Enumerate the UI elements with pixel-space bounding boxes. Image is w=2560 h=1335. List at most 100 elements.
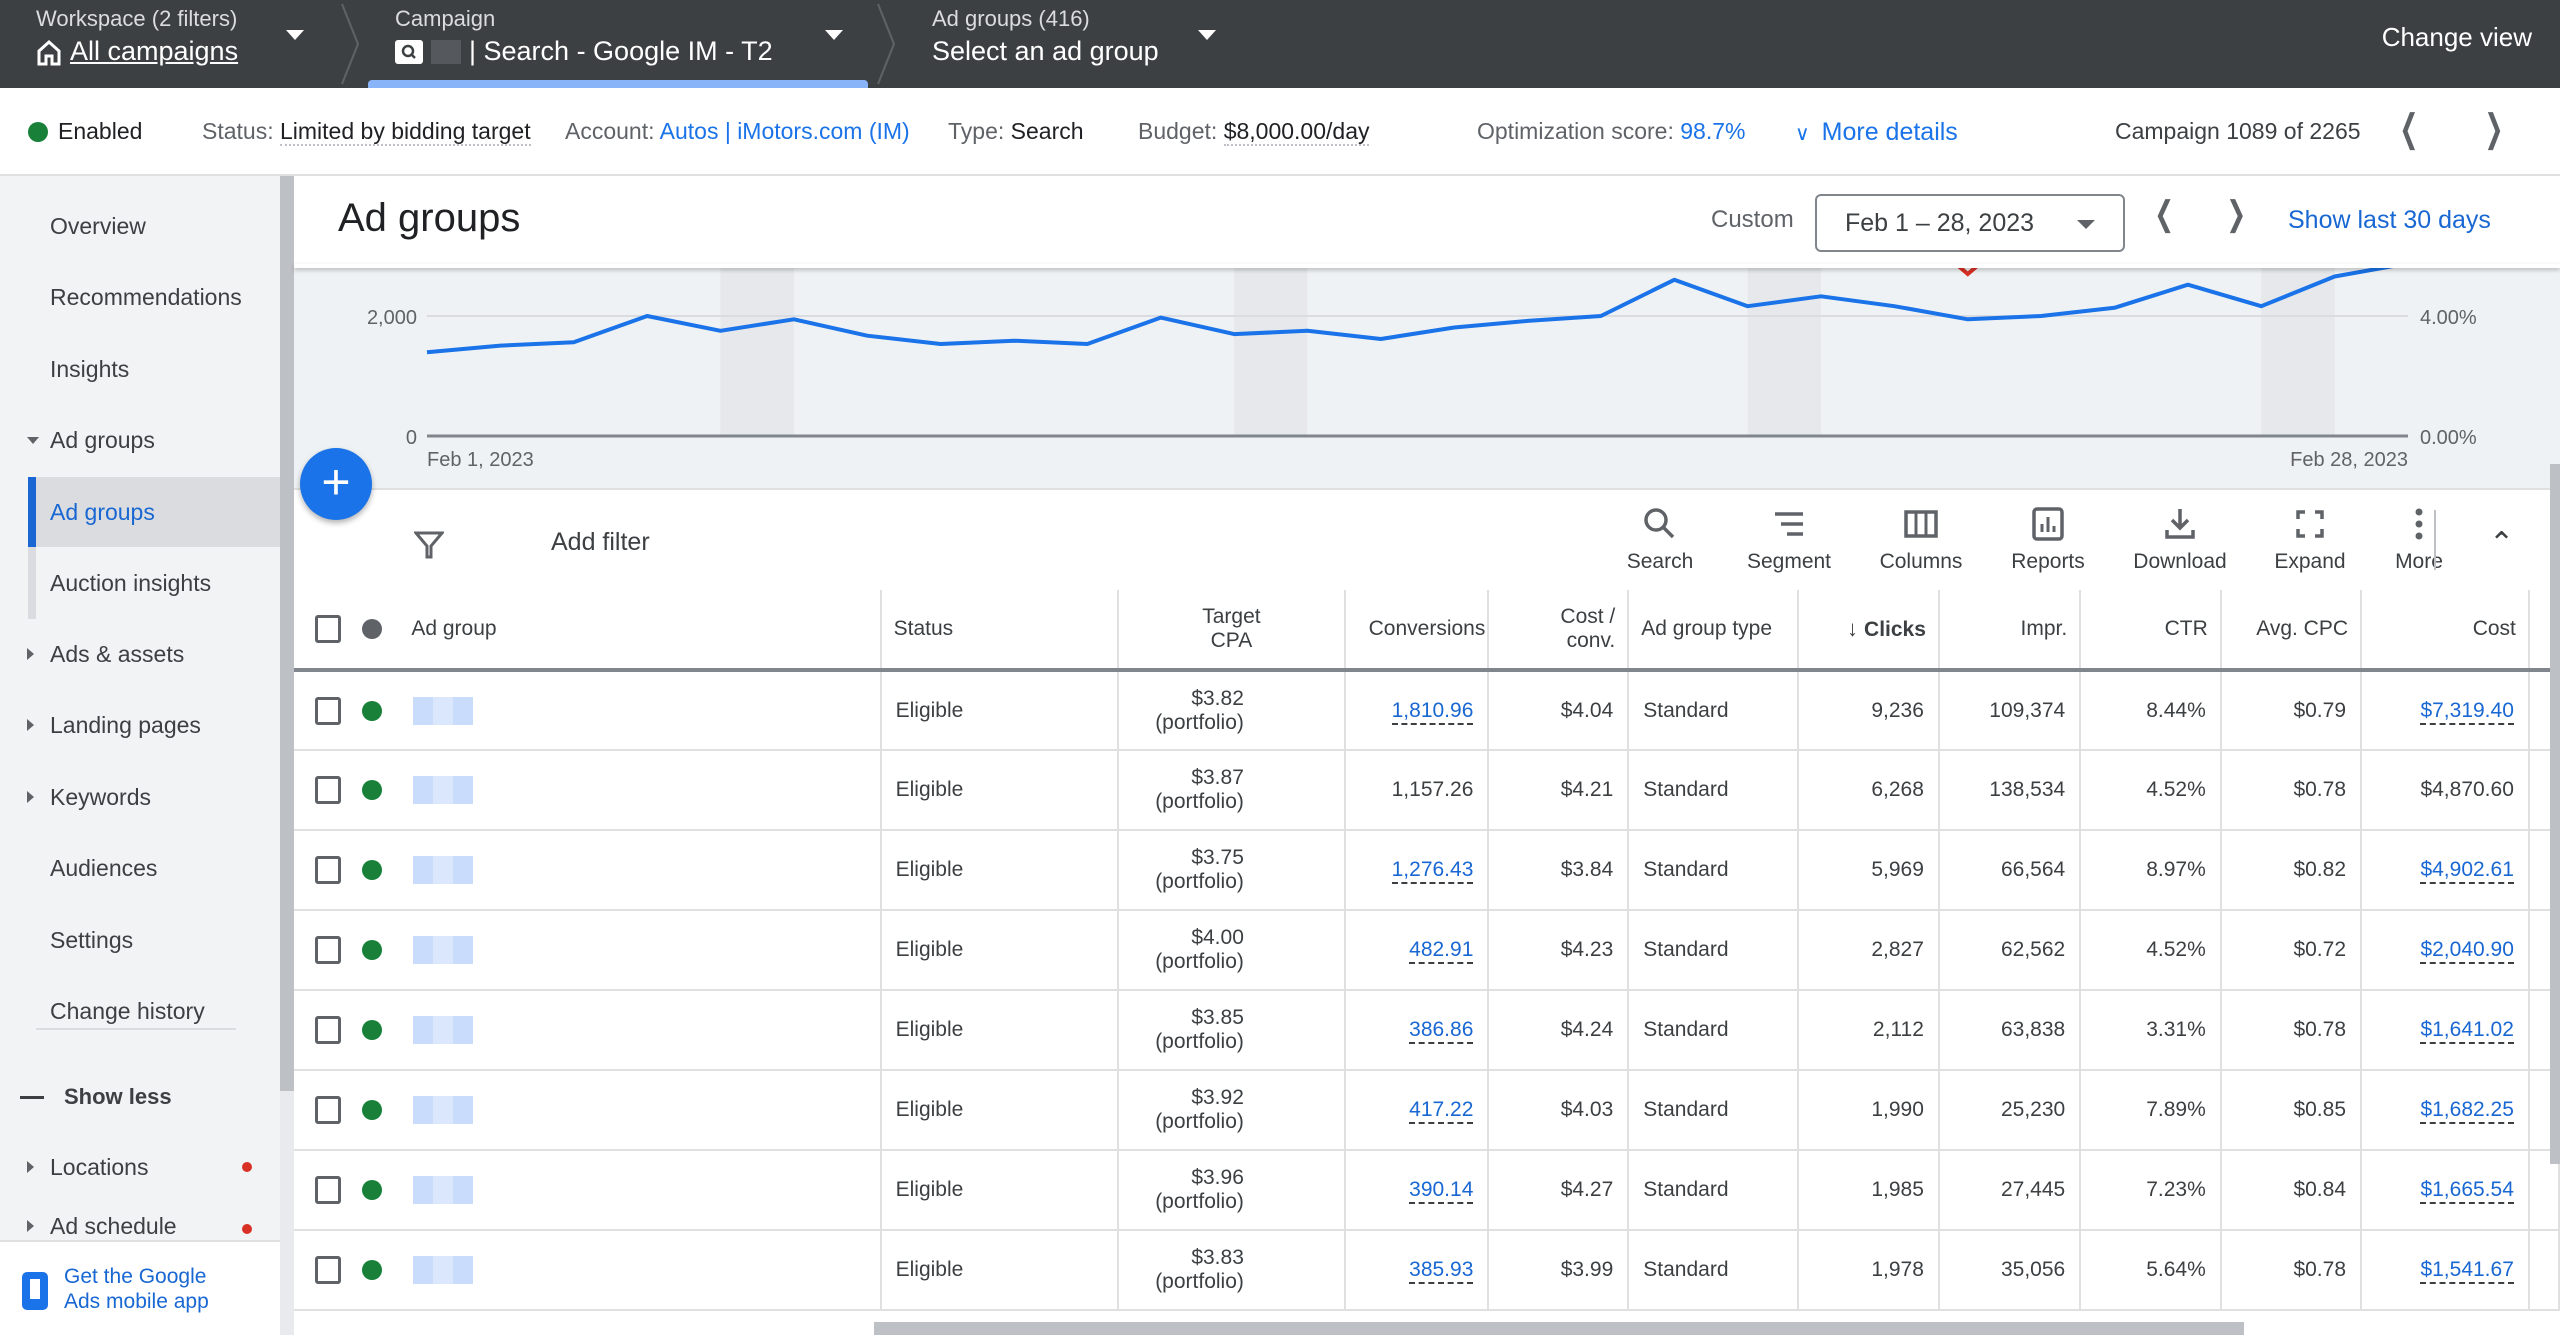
previous-period-icon[interactable]: ❮: [2154, 194, 2174, 234]
column-header-status[interactable]: Status: [880, 590, 1119, 672]
cell-conversions[interactable]: 1,157.26: [1344, 750, 1490, 831]
change-view-button[interactable]: Change view: [2382, 22, 2532, 53]
reports-button[interactable]: Reports: [1998, 502, 2098, 574]
column-header-ad-group-type[interactable]: Ad group type: [1628, 590, 1799, 672]
expand-button[interactable]: Expand: [2260, 502, 2360, 574]
campaign-status[interactable]: Status: Limited by bidding target: [202, 118, 531, 146]
enabled-status[interactable]: Enabled: [28, 118, 142, 145]
table-row[interactable]: Eligible $3.82 (portfolio) 1,810.96 $4.04…: [294, 670, 2560, 751]
column-header-target-cpa[interactable]: Target CPA: [1117, 590, 1346, 672]
table-row[interactable]: Eligible $3.75 (portfolio) 1,276.43 $3.84…: [294, 830, 2560, 911]
workspace-selector[interactable]: Workspace (2 filters) All campaigns: [36, 0, 316, 88]
sidebar-item-landing-pages[interactable]: Landing pages: [0, 690, 280, 760]
cell-conversions[interactable]: 1,276.43: [1344, 830, 1490, 911]
horizontal-scrollbar[interactable]: [874, 1322, 2244, 1335]
previous-campaign-icon[interactable]: ❮: [2399, 106, 2418, 151]
segment-button[interactable]: Segment: [1739, 502, 1839, 574]
column-header-cost[interactable]: Cost: [2361, 590, 2530, 672]
ad-group-name-redacted[interactable]: [399, 1230, 882, 1311]
column-header-avg-cpc[interactable]: Avg. CPC: [2220, 590, 2363, 672]
cell-conversions[interactable]: 386.86: [1344, 990, 1490, 1071]
row-checkbox[interactable]: [294, 1150, 344, 1231]
cell-cost[interactable]: $4,870.60: [2361, 750, 2530, 831]
cell-cost[interactable]: $1,641.02: [2361, 990, 2530, 1071]
filter-icon[interactable]: [414, 530, 444, 560]
sidebar-item-overview[interactable]: Overview: [0, 191, 280, 261]
column-header-clicks[interactable]: ↓ Clicks: [1797, 590, 1940, 672]
row-checkbox[interactable]: [294, 670, 344, 751]
sidebar-item-ads-assets[interactable]: Ads & assets: [0, 619, 280, 689]
workspace-value[interactable]: All campaigns: [70, 36, 238, 67]
date-range-picker[interactable]: Feb 1 – 28, 2023: [1815, 194, 2125, 252]
cell-conversions[interactable]: 1,810.96: [1344, 670, 1490, 751]
sidebar-item-auction-insights[interactable]: Auction insights: [0, 548, 280, 618]
ad-group-name-redacted[interactable]: [399, 910, 882, 991]
cell-conversions[interactable]: 390.14: [1344, 1150, 1490, 1231]
ad-group-name-redacted[interactable]: [399, 1070, 882, 1151]
ad-group-name-redacted[interactable]: [399, 830, 882, 911]
sidebar-item-change-history[interactable]: Change history: [0, 976, 280, 1046]
sidebar-scrollbar-thumb[interactable]: [280, 176, 294, 1091]
row-checkbox[interactable]: [294, 1230, 344, 1311]
column-header-cost-per-conv[interactable]: Cost / conv.: [1488, 590, 1630, 672]
vertical-scrollbar[interactable]: [2550, 464, 2560, 1164]
table-row[interactable]: Eligible $3.92 (portfolio) 417.22 $4.03 S…: [294, 1070, 2560, 1151]
ad-group-name-redacted[interactable]: [399, 750, 882, 831]
sidebar-scrollbar[interactable]: [280, 176, 294, 1335]
cell-conversions[interactable]: 417.22: [1344, 1070, 1490, 1151]
search-button[interactable]: Search: [1610, 502, 1710, 574]
table-row[interactable]: Eligible $3.96 (portfolio) 390.14 $4.27 S…: [294, 1150, 2560, 1231]
sidebar-item-insights[interactable]: Insights: [0, 334, 280, 404]
column-header-impr[interactable]: Impr.: [1938, 590, 2082, 672]
ad-group-value[interactable]: Select an ad group: [932, 36, 1159, 67]
chevron-down-icon[interactable]: [825, 30, 843, 40]
sidebar-item-audiences[interactable]: Audiences: [0, 833, 280, 903]
next-period-icon[interactable]: ❯: [2226, 194, 2246, 234]
ad-group-name-redacted[interactable]: [399, 1150, 882, 1231]
cell-cost[interactable]: $7,319.40: [2361, 670, 2530, 751]
table-row[interactable]: Eligible $4.00 (portfolio) 482.91 $4.23 S…: [294, 910, 2560, 991]
row-checkbox[interactable]: [294, 750, 344, 831]
sidebar-item-ad-groups[interactable]: Ad groups: [28, 477, 280, 547]
optimization-score[interactable]: Optimization score: 98.7%: [1477, 118, 1745, 145]
ad-group-selector[interactable]: Ad groups (416) Select an ad group: [932, 0, 1252, 88]
table-row[interactable]: Eligible $3.85 (portfolio) 386.86 $4.24 S…: [294, 990, 2560, 1071]
column-header-ctr[interactable]: CTR: [2080, 590, 2222, 672]
ad-group-name-redacted[interactable]: [399, 990, 882, 1071]
sidebar-item-keywords[interactable]: Keywords: [0, 762, 280, 832]
cell-cost[interactable]: $2,040.90: [2361, 910, 2530, 991]
show-last-30-days-link[interactable]: Show last 30 days: [2288, 206, 2491, 235]
show-less-button[interactable]: Show less: [0, 1062, 280, 1132]
sidebar-item-ad-schedule[interactable]: Ad schedule: [0, 1196, 280, 1240]
cell-cost[interactable]: $1,541.67: [2361, 1230, 2530, 1311]
more-button[interactable]: More: [2369, 502, 2469, 574]
collapse-chart-icon[interactable]: ⌃: [2489, 526, 2514, 561]
cell-conversions[interactable]: 385.93: [1344, 1230, 1490, 1311]
row-checkbox[interactable]: [294, 990, 344, 1071]
more-details-button[interactable]: ∨ More details: [1795, 118, 1958, 147]
row-checkbox[interactable]: [294, 830, 344, 911]
sidebar-item-recommendations[interactable]: Recommendations: [0, 262, 280, 332]
campaign-value[interactable]: | Search - Google IM - T2: [469, 36, 773, 67]
cell-conversions[interactable]: 482.91: [1344, 910, 1490, 991]
chevron-down-icon[interactable]: [1198, 30, 1216, 40]
sidebar-item-locations[interactable]: Locations: [0, 1132, 280, 1202]
sidebar-item-ad-groups-section[interactable]: Ad groups: [0, 405, 280, 475]
table-row[interactable]: Eligible $3.87 (portfolio) 1,157.26 $4.21…: [294, 750, 2560, 831]
download-button[interactable]: Download: [2130, 502, 2230, 574]
campaign-selector[interactable]: Campaign | Search - Google IM - T2: [395, 0, 855, 88]
columns-button[interactable]: Columns: [1871, 502, 1971, 574]
row-checkbox[interactable]: [294, 1070, 344, 1151]
campaign-budget[interactable]: Budget: $8,000.00/day: [1138, 118, 1370, 146]
row-checkbox[interactable]: [294, 910, 344, 991]
add-filter-button[interactable]: Add filter: [551, 528, 650, 557]
cell-cost[interactable]: $4,902.61: [2361, 830, 2530, 911]
ad-group-name-redacted[interactable]: [399, 670, 882, 751]
mobile-app-promo[interactable]: Get the Google Ads mobile app: [0, 1240, 280, 1335]
column-header-conversions[interactable]: Conversions: [1344, 590, 1490, 672]
chevron-down-icon[interactable]: [286, 30, 304, 40]
select-all-checkbox[interactable]: [294, 590, 344, 672]
cell-cost[interactable]: $1,682.25: [2361, 1070, 2530, 1151]
add-ad-group-button[interactable]: +: [300, 448, 372, 520]
cell-cost[interactable]: $1,665.54: [2361, 1150, 2530, 1231]
